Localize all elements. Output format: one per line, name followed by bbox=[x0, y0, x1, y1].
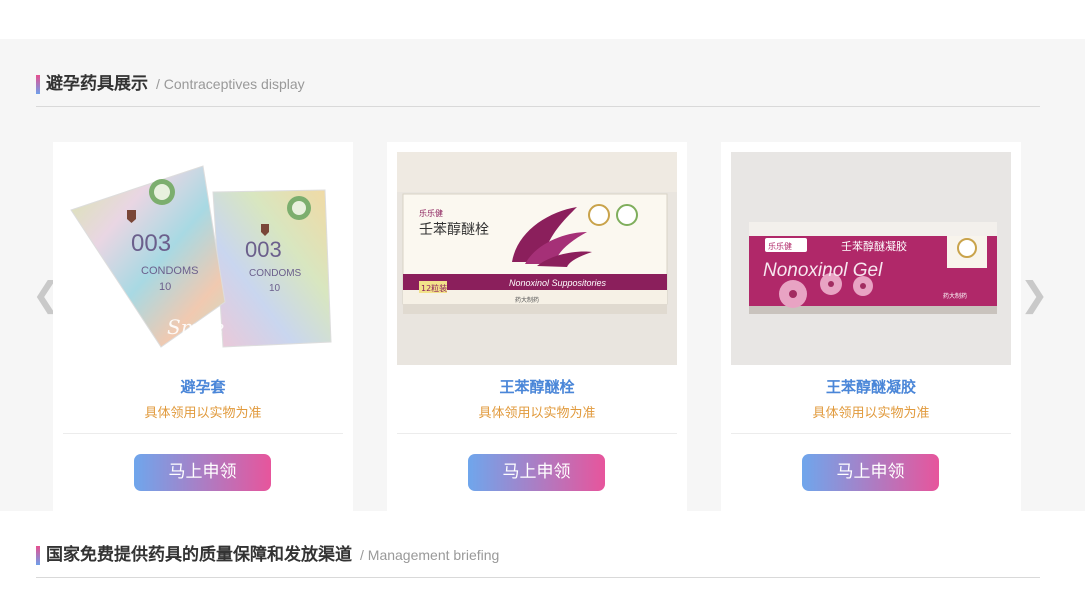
product-name[interactable]: 王苯醇醚凝胶 bbox=[721, 376, 1021, 397]
box-maker: 药大制药 bbox=[515, 296, 539, 304]
apply-now-button[interactable]: 马上申领 bbox=[468, 454, 605, 491]
product-note: 具体领用以实物为准 bbox=[478, 406, 596, 421]
card-divider bbox=[63, 433, 343, 434]
box-condoms-label: CONDOMS bbox=[141, 265, 198, 277]
box-count: 12粒装 bbox=[421, 283, 447, 293]
carousel-next-arrow-icon[interactable]: ❯ bbox=[1020, 278, 1049, 312]
box-title: 壬苯醇醚栓 bbox=[419, 221, 489, 238]
section-title: 避孕药具展示 bbox=[46, 74, 148, 94]
box-english: Nonoxinol Suppositories bbox=[509, 278, 607, 288]
product-name[interactable]: 王苯醇醚栓 bbox=[387, 376, 687, 397]
box-title: 壬苯醇醚凝胶 bbox=[841, 239, 907, 253]
box-count-2: 10 bbox=[269, 283, 281, 294]
product-card-gel: 乐乐健 壬苯醇醚凝胶 Nonoxinol Gel 药大制药 王苯醇醚凝胶 具体领… bbox=[721, 142, 1021, 511]
section-accent-bar bbox=[36, 546, 40, 565]
box-brand: 乐乐健 bbox=[768, 241, 792, 251]
section-accent-bar bbox=[36, 75, 40, 94]
product-image-gel: 乐乐健 壬苯醇醚凝胶 Nonoxinol Gel 药大制药 bbox=[731, 152, 1011, 365]
product-card-suppository: 乐乐健 壬苯醇醚栓 Nonoxinol Suppositories 12粒装 药… bbox=[387, 142, 687, 511]
box-condoms-label-2: CONDOMS bbox=[249, 268, 302, 279]
product-note: 具体领用以实物为准 bbox=[144, 406, 262, 421]
card-divider bbox=[397, 433, 677, 434]
box-brand: 003 bbox=[131, 230, 171, 257]
box-maker: 药大制药 bbox=[943, 292, 967, 300]
box-count: 10 bbox=[159, 281, 171, 293]
section-subtitle: / Management briefing bbox=[360, 547, 500, 563]
section-subtitle: / Contraceptives display bbox=[156, 76, 305, 92]
section-header-quality-channels: 国家免费提供药具的质量保障和发放渠道 / Management briefing bbox=[36, 543, 1040, 578]
box-brand: 乐乐健 bbox=[419, 208, 443, 218]
box-english: Nonoxinol Gel bbox=[763, 260, 883, 281]
section-header-contraceptives: 避孕药具展示 / Contraceptives display bbox=[36, 72, 1040, 107]
product-note: 具体领用以实物为准 bbox=[812, 406, 930, 421]
card-divider bbox=[731, 433, 1011, 434]
top-spacer bbox=[0, 0, 1085, 39]
section-title: 国家免费提供药具的质量保障和发放渠道 bbox=[46, 545, 352, 565]
product-name[interactable]: 避孕套 bbox=[53, 376, 353, 397]
apply-now-button[interactable]: 马上申领 bbox=[802, 454, 939, 491]
apply-now-button[interactable]: 马上申领 bbox=[134, 454, 271, 491]
box-brand-2: 003 bbox=[245, 237, 282, 262]
box-script: Smile bbox=[167, 315, 224, 339]
product-card-condom: 003 003 CONDOMS CONDOMS 10 10 Smile 避孕套 … bbox=[53, 142, 353, 511]
product-image-condom: 003 003 CONDOMS CONDOMS 10 10 Smile bbox=[63, 152, 343, 365]
product-image-suppository: 乐乐健 壬苯醇醚栓 Nonoxinol Suppositories 12粒装 药… bbox=[397, 152, 677, 365]
